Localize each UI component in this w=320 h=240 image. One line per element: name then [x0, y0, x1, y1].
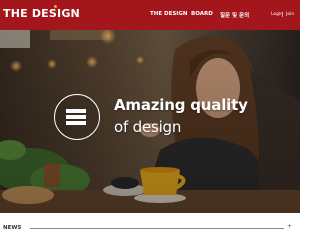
- stacked-lines-icon: [54, 94, 100, 140]
- nav-item-board[interactable]: BOARD: [191, 11, 213, 17]
- news-label: NEWS: [3, 225, 22, 231]
- news-divider: [30, 228, 284, 229]
- nav-item-the-design[interactable]: THE DESIGN: [150, 11, 187, 17]
- utility-divider: [282, 12, 283, 17]
- news-section: NEWS +: [0, 213, 300, 240]
- site-logo[interactable]: THE DESIGN: [3, 7, 80, 20]
- nav-item-inquiry[interactable]: 질문 및 문의: [220, 11, 249, 19]
- news-more-button[interactable]: +: [287, 223, 292, 230]
- logo-accent-dot: [54, 5, 57, 8]
- hero-subtitle: of design: [114, 118, 182, 136]
- join-link[interactable]: Join: [286, 12, 294, 17]
- site-header: THE DESIGN THE DESIGN BOARD 질문 및 문의 Logi…: [0, 0, 300, 30]
- hero-banner: Amazing quality of design: [0, 30, 300, 213]
- hero-title: Amazing quality: [114, 96, 248, 114]
